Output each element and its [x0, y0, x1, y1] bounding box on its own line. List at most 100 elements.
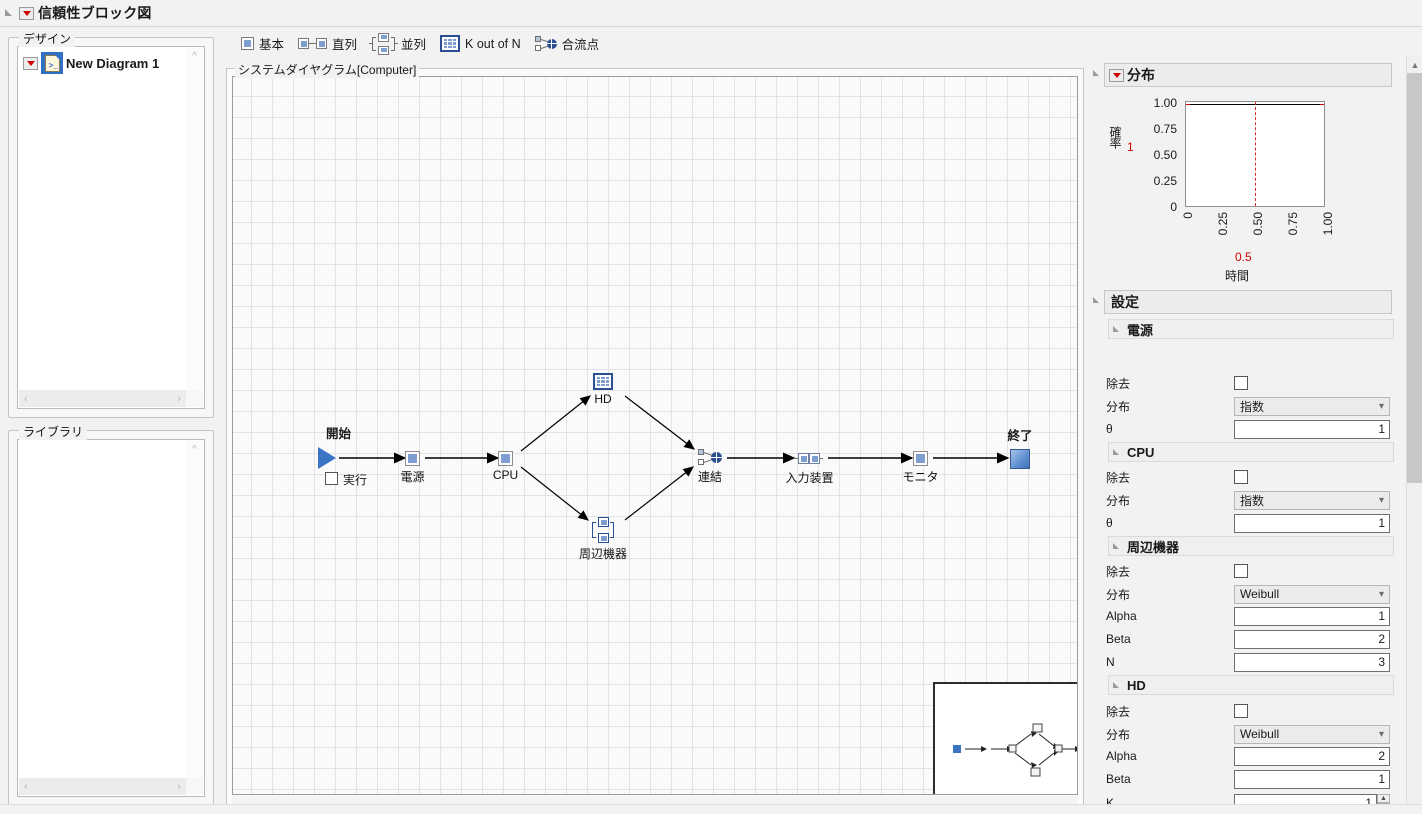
checkbox-hd-remove[interactable] [1234, 704, 1248, 718]
settings-header-label: 設定 [1111, 294, 1139, 310]
distribution-disclosure-icon[interactable] [1092, 68, 1104, 80]
chart-y-tick: 0.75 [1153, 122, 1177, 136]
input-peripheral-beta[interactable]: 2 [1234, 629, 1390, 649]
input-hd-alpha[interactable]: 2 [1234, 746, 1390, 766]
input-cpu-theta[interactable]: 1 [1234, 513, 1390, 533]
node-hd[interactable]: HD [593, 373, 613, 406]
library-horizontal-scrollbar[interactable]: ‹ › [19, 778, 186, 795]
node-input-device[interactable]: 入力装置 [785, 452, 834, 485]
section-header-peripheral[interactable]: 周辺機器 [1108, 536, 1394, 556]
input-peripheral-n-value: 3 [1378, 655, 1385, 669]
chart-crosshair-line[interactable] [1255, 102, 1256, 206]
red-triangle-menu-icon[interactable] [19, 6, 34, 20]
diagram-canvas[interactable]: 開始 実行 電源 CPU HD 周辺機器 連結 入力装置 モニタ 終了 [233, 77, 1077, 794]
design-vertical-scrollbar[interactable]: ^ [186, 48, 203, 390]
checkbox-peripheral-remove[interactable] [1234, 564, 1248, 578]
section-hd-title: HD [1127, 677, 1146, 693]
design-tree-area[interactable]: >_ New Diagram 1 ^ ‹ › [17, 46, 205, 409]
section-header-power[interactable]: 電源 [1108, 319, 1394, 339]
node-cpu[interactable]: CPU [493, 451, 518, 482]
scroll-right-icon[interactable]: › [177, 393, 181, 405]
scroll-left-icon[interactable]: ‹ [24, 781, 28, 793]
select-power-distribution-value: 指数 [1240, 399, 1265, 414]
toolbar-item-k-out-of-n[interactable]: K out of N [435, 34, 526, 53]
chart-plot-area[interactable] [1185, 101, 1325, 207]
toolbar-item-parallel[interactable]: 並列 [366, 32, 431, 56]
checkbox-power-remove[interactable] [1234, 376, 1248, 390]
red-triangle-menu-icon[interactable] [1109, 68, 1124, 82]
diagram-canvas-viewport[interactable]: 開始 実行 電源 CPU HD 周辺機器 連結 入力装置 モニタ 終了 [232, 76, 1078, 795]
settings-panel-header[interactable]: 設定 [1104, 290, 1392, 314]
system-diagram-group: システムダイヤグラム[Computer] 開始 実行 電源 CPU HD 周辺機… [226, 61, 1084, 811]
select-peripheral-distribution[interactable]: Weibull ▾ [1234, 584, 1390, 604]
node-peripheral[interactable]: 周辺機器 [579, 517, 627, 561]
scroll-left-icon[interactable]: ‹ [24, 393, 28, 405]
minimap-preview [953, 723, 1077, 777]
distribution-chart: 確率 1 1.00 0.75 0.50 0.25 0 0 0.25 0.50 0… [1095, 92, 1395, 287]
section-power-title: 電源 [1127, 322, 1154, 338]
section-disclosure-icon[interactable] [1112, 541, 1123, 552]
diagram-icon: >_ [41, 52, 63, 74]
label-distribution: 分布 [1106, 727, 1131, 742]
checkbox-cpu-remove[interactable] [1234, 470, 1248, 484]
section-header-cpu[interactable]: CPU [1108, 442, 1394, 462]
scroll-up-icon[interactable]: ^ [186, 48, 203, 65]
design-horizontal-scrollbar[interactable]: ‹ › [19, 390, 186, 407]
node-input-device-label: 入力装置 [785, 471, 834, 485]
row-peripheral-n: N 3 [1106, 651, 1396, 673]
node-monitor[interactable]: モニタ [902, 451, 939, 484]
chart-y-tick: 0.25 [1153, 174, 1177, 188]
library-group: ライブラリ ^ ‹ › [8, 423, 214, 806]
select-cpu-distribution[interactable]: 指数 ▾ [1234, 490, 1390, 510]
input-cpu-theta-value: 1 [1378, 516, 1385, 530]
section-disclosure-icon[interactable] [1112, 447, 1123, 458]
chart-x-tick: 0.25 [1216, 212, 1230, 236]
distribution-panel-header[interactable]: 分布 [1104, 63, 1392, 87]
select-hd-distribution[interactable]: Weibull ▾ [1234, 724, 1390, 744]
chart-left-marker [1186, 104, 1190, 105]
toolbar-item-knot[interactable]: 合流点 [530, 33, 605, 54]
diagram-minimap[interactable] [933, 682, 1077, 794]
node-knot[interactable]: 連結 [698, 449, 722, 484]
select-hd-distribution-value: Weibull [1240, 727, 1280, 741]
select-power-distribution[interactable]: 指数 ▾ [1234, 396, 1390, 416]
label-peripheral-n: N [1106, 655, 1115, 669]
toolbar-item-basic[interactable]: 基本 [236, 33, 289, 54]
section-disclosure-icon[interactable] [1112, 324, 1123, 335]
node-start[interactable]: 開始 [318, 427, 351, 469]
outline-disclosure-icon[interactable] [3, 6, 17, 20]
scroll-right-icon[interactable]: › [177, 781, 181, 793]
scrollbar-thumb[interactable] [1407, 73, 1422, 483]
toolbar-item-series[interactable]: 直列 [293, 33, 362, 54]
label-remove: 除去 [1106, 704, 1131, 719]
node-power[interactable]: 電源 [400, 451, 425, 484]
library-list-area[interactable]: ^ ‹ › [17, 439, 205, 797]
spinner-up-icon[interactable]: ▲ [1377, 793, 1390, 803]
series-block-icon [795, 452, 824, 465]
system-diagram-label: システムダイヤグラム[Computer] [235, 61, 420, 78]
scroll-up-icon[interactable]: ▲ [1407, 56, 1422, 73]
label-remove: 除去 [1106, 564, 1131, 579]
input-hd-beta[interactable]: 1 [1234, 769, 1390, 789]
input-peripheral-alpha[interactable]: 1 [1234, 606, 1390, 626]
node-end[interactable]: 終了 [1007, 429, 1033, 469]
library-vertical-scrollbar[interactable]: ^ [186, 441, 203, 778]
row-power-remove: 除去 [1106, 372, 1396, 394]
input-peripheral-beta-value: 2 [1378, 632, 1385, 646]
section-disclosure-icon[interactable] [1112, 680, 1123, 691]
tree-expand-toggle-icon[interactable] [23, 56, 38, 70]
row-hd-alpha: Alpha 2 [1106, 745, 1396, 767]
toolbar-item-series-label: 直列 [332, 38, 358, 52]
input-power-theta[interactable]: 1 [1234, 419, 1390, 439]
input-hd-alpha-value: 2 [1378, 749, 1385, 763]
scroll-up-icon[interactable]: ^ [186, 441, 203, 458]
tree-item-new-diagram-1[interactable]: >_ New Diagram 1 [23, 52, 159, 74]
settings-disclosure-icon[interactable] [1092, 295, 1104, 307]
label-power-theta: θ [1106, 422, 1113, 436]
run-checkbox[interactable] [325, 472, 338, 485]
section-header-hd[interactable]: HD [1108, 675, 1394, 695]
input-peripheral-n[interactable]: 3 [1234, 652, 1390, 672]
label-peripheral-alpha: Alpha [1106, 609, 1137, 623]
right-panel-scrollbar[interactable]: ▲ ▼ [1406, 56, 1422, 814]
scroll-corner [186, 390, 203, 407]
